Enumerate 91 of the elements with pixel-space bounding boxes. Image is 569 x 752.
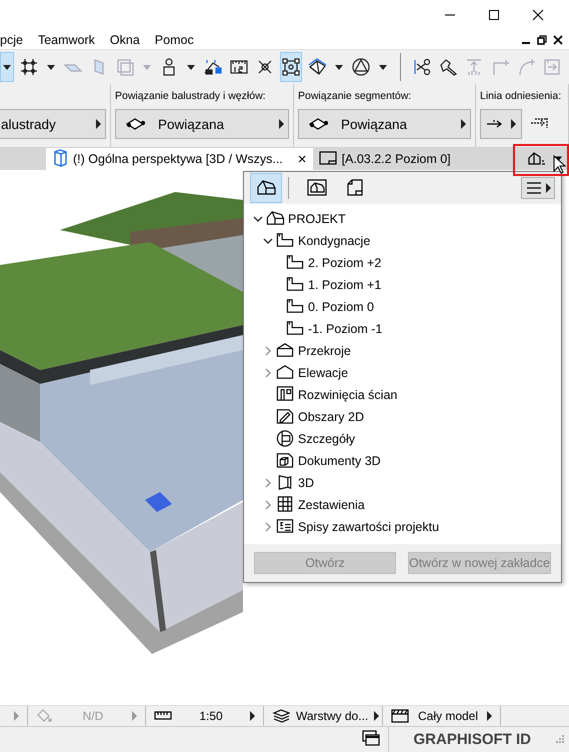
- tree-item[interactable]: Kondygnacje: [298, 234, 370, 248]
- reference-line-button[interactable]: [480, 109, 522, 139]
- sheet-icon: [345, 178, 365, 198]
- tool-button[interactable]: [280, 52, 302, 82]
- wall-elevation-icon: [275, 384, 295, 402]
- account-label[interactable]: GRAPHISOFT ID: [388, 727, 555, 752]
- floor-icon: [285, 274, 305, 292]
- tree-item[interactable]: Elewacje: [298, 366, 348, 380]
- cube-icon: [307, 57, 327, 77]
- house-frame-icon: [307, 178, 327, 198]
- selection-frame-icon: [281, 57, 301, 77]
- section-icon: [275, 340, 295, 358]
- caret-icon: [511, 119, 516, 129]
- windows-icon: [362, 730, 380, 746]
- close-icon: [553, 34, 563, 44]
- caret-icon: [96, 119, 101, 129]
- caret-icon: [461, 119, 466, 129]
- maximize-icon: [488, 9, 500, 21]
- clapper-icon: [391, 706, 409, 722]
- caret-icon: [546, 183, 551, 193]
- elevate-icon: [464, 57, 484, 77]
- tree-item[interactable]: 1. Poziom +1: [308, 278, 382, 292]
- caret-icon: [141, 64, 153, 70]
- tree-item[interactable]: Zestawienia: [298, 498, 365, 512]
- play-arrow-icon[interactable]: [487, 711, 492, 721]
- play-arrow-icon: [14, 711, 19, 721]
- house-icon: [265, 208, 285, 226]
- detail-icon: [275, 428, 295, 446]
- scissors-icon: [412, 57, 432, 77]
- grid-snap-icon: [19, 57, 39, 77]
- highlight-frame: [513, 144, 569, 176]
- elevation-icon: [275, 362, 295, 380]
- wand-icon: [438, 57, 458, 77]
- tree-item[interactable]: -1. Poziom -1: [308, 322, 382, 336]
- play-arrow-icon[interactable]: [374, 711, 380, 721]
- triangle-circle-icon: [351, 57, 371, 77]
- tree-item[interactable]: Przekroje: [298, 344, 351, 358]
- tree-item[interactable]: Spisy zawartości projektu: [298, 520, 440, 534]
- floor-icon: [285, 296, 305, 314]
- eraser-icon: [36, 706, 54, 722]
- close-icon: [532, 9, 544, 21]
- minimize-icon: [444, 14, 456, 16]
- dropdown-button[interactable]: [0, 52, 14, 82]
- cube-icon: [52, 148, 68, 166]
- tree-item[interactable]: 2. Poziom +2: [308, 256, 382, 270]
- tree-item[interactable]: Rozwinięcia ścian: [298, 388, 398, 402]
- floor-plan-icon: [318, 148, 337, 166]
- menu-icon: [525, 182, 543, 194]
- pencil-sheet-icon: [275, 406, 295, 424]
- layers-icon: [272, 706, 290, 722]
- field-label: Powiązanie balustrady i węzłów:: [115, 90, 267, 103]
- menu-item[interactable]: Teamwork: [38, 32, 103, 46]
- status-value[interactable]: Warstwy do...: [296, 709, 368, 723]
- resize-grip-icon: [555, 734, 565, 744]
- document-3d-icon: [275, 450, 295, 468]
- list-icon: [275, 516, 295, 534]
- options-menu-button[interactable]: [521, 177, 555, 199]
- navigator-tab[interactable]: [250, 173, 282, 203]
- table-icon: [275, 494, 295, 512]
- minimize-icon: [521, 42, 531, 44]
- caret-icon: [377, 64, 389, 70]
- restore-icon: [537, 34, 547, 44]
- menu-item[interactable]: pcje: [0, 32, 31, 46]
- close-tab-button[interactable]: ×: [298, 150, 307, 168]
- menu-item[interactable]: Okna: [110, 32, 148, 46]
- tree-item[interactable]: 0. Poziom 0: [308, 300, 374, 314]
- dropdown-button[interactable]: Powiązana: [298, 109, 471, 139]
- squares-icon: [115, 57, 135, 77]
- caret-icon: [45, 64, 57, 70]
- tree-item[interactable]: Obszary 2D: [298, 410, 364, 424]
- caret-icon: [1, 64, 13, 70]
- caret-icon: [185, 64, 197, 70]
- tree-item[interactable]: 3D: [298, 476, 314, 490]
- floor-icon: [285, 252, 305, 270]
- dropdown-button[interactable]: Powiązana: [115, 109, 289, 139]
- caret-icon: [279, 119, 284, 129]
- status-value[interactable]: 1:50: [178, 709, 244, 723]
- menu-item[interactable]: Pomoc: [154, 32, 202, 46]
- status-value[interactable]: Cały model: [415, 709, 481, 723]
- caret-icon: [333, 64, 345, 70]
- document-tab[interactable]: (!) Ogólna perspektywa [3D / Wszys... ×: [46, 148, 313, 170]
- field-label: Powiązanie segmentów:: [298, 90, 412, 103]
- floor-icon: [275, 230, 295, 248]
- dropdown-button[interactable]: alustrady: [0, 109, 106, 139]
- floor-icon: [285, 318, 305, 336]
- tree-item[interactable]: Dokumenty 3D: [298, 454, 381, 468]
- play-arrow-icon[interactable]: [250, 711, 255, 721]
- guide-lines-icon: [203, 57, 223, 77]
- tree-item[interactable]: PROJEKT: [288, 212, 346, 226]
- field-label: Linia odniesienia:: [480, 90, 562, 103]
- tree-item[interactable]: Szczegóły: [298, 432, 355, 446]
